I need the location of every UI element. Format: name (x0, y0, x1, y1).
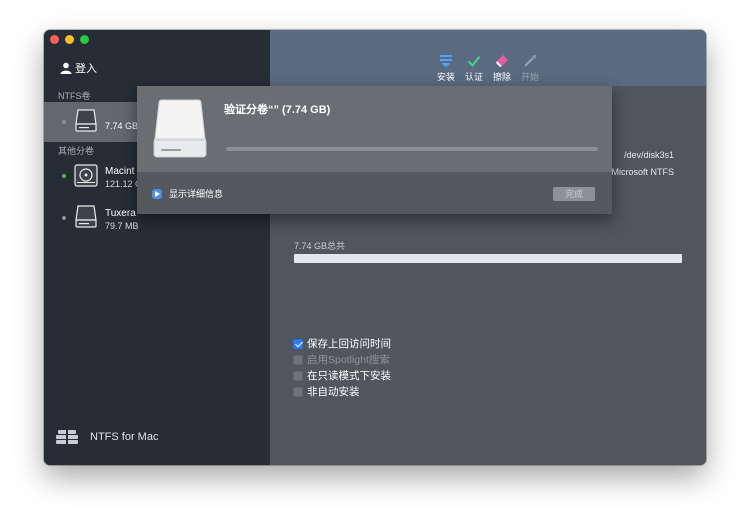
section-label-ntfs: NTFS卷 (58, 91, 91, 101)
toolbar-start-label: 开始 (520, 72, 539, 82)
volume-name: Tuxera (105, 208, 136, 219)
show-details-button[interactable]: 显示详细信息 (152, 187, 223, 200)
option-label: 非自动安装 (307, 386, 360, 398)
filesystem-type: Microsoft NTFS (611, 167, 674, 177)
toolbar (270, 30, 706, 86)
start-icon (524, 55, 536, 67)
zoom-window-button[interactable] (80, 35, 89, 44)
toolbar-start-button[interactable]: 开始 (517, 54, 543, 83)
toolbar-verify-label: 认证 (464, 72, 483, 82)
option-label: 启用Spotlight搜索 (307, 354, 390, 366)
ntfs-logo-icon (56, 429, 78, 445)
volume-status-dot (62, 120, 66, 124)
check-icon (467, 55, 481, 68)
volume-name: Macint (105, 166, 135, 177)
disclosure-icon (152, 188, 162, 199)
toolbar-erase-label: 擦除 (492, 72, 511, 82)
toolbar-mount-button[interactable]: 安装 (433, 54, 459, 83)
option-checkbox[interactable] (293, 354, 303, 365)
external-drive-icon (153, 99, 207, 158)
volume-size: 79.7 MB (105, 221, 139, 231)
option-enable-spotlight[interactable]: 启用Spotlight搜索 (293, 352, 390, 367)
verify-sheet: 验证分卷“” (7.74 GB) 显示详细信息 完成 (137, 86, 612, 214)
toolbar-erase-button[interactable]: 擦除 (489, 54, 515, 83)
drive-icon (75, 205, 97, 228)
close-window-button[interactable] (50, 35, 59, 44)
capacity-label: 7.74 GB总共 (294, 241, 346, 251)
volume-status-dot (62, 216, 66, 220)
eraser-icon (496, 55, 508, 67)
drive-icon (75, 109, 97, 132)
option-label: 保存上回访问时间 (307, 338, 391, 350)
done-button[interactable]: 完成 (553, 187, 595, 201)
show-details-label: 显示详细信息 (169, 189, 224, 199)
option-label: 在只读模式下安装 (307, 370, 391, 382)
device-path: /dev/disk3s1 (623, 150, 674, 160)
brand-label: NTFS for Mac (90, 431, 159, 443)
option-checkbox[interactable] (293, 370, 303, 381)
user-icon (60, 62, 72, 74)
capacity-bar (294, 254, 682, 263)
sheet-title: 验证分卷“” (7.74 GB) (224, 104, 331, 116)
mount-icon (440, 55, 452, 67)
minimize-window-button[interactable] (65, 35, 74, 44)
option-keep-access-time[interactable]: 保存上回访问时间 (293, 336, 391, 351)
hard-disk-icon (74, 164, 98, 187)
toolbar-mount-label: 安装 (436, 72, 455, 82)
option-no-auto-mount[interactable]: 非自动安装 (293, 384, 360, 399)
option-read-only-mount[interactable]: 在只读模式下安装 (293, 368, 391, 383)
login-label: 登入 (75, 63, 97, 75)
volume-size: 7.74 GB (105, 121, 139, 131)
login-button[interactable]: 登入 (60, 60, 97, 76)
option-checkbox[interactable] (293, 386, 303, 397)
brand: NTFS for Mac (56, 429, 158, 445)
toolbar-verify-button[interactable]: 认证 (461, 54, 487, 83)
option-checkbox[interactable] (293, 338, 303, 349)
verify-progress-bar (226, 147, 598, 151)
app-window: 登入 NTFS卷 7.74 GB 其他分卷 Macint 121.12 G Tu… (44, 30, 706, 465)
volume-mounted-dot (62, 174, 66, 178)
